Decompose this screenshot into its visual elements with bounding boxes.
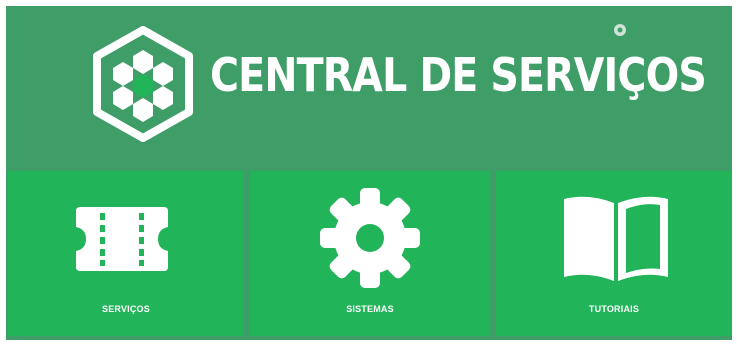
tile-label: SISTEMAS [346, 304, 394, 314]
ticket-film-icon [76, 207, 168, 271]
header: CENTRAL DE SERVIÇOS [6, 6, 732, 166]
gear-icon [320, 188, 420, 288]
hexagon-honeycomb-logo-icon [93, 26, 193, 142]
tile-sistemas[interactable]: SISTEMAS [250, 171, 490, 336]
page-title: CENTRAL DE SERVIÇOS [210, 48, 707, 102]
tile-label: SERVIÇOS [102, 304, 150, 314]
tile-tutoriais[interactable]: TUTORIAIS [496, 171, 732, 336]
tile-label: TUTORIAIS [588, 304, 640, 314]
open-book-icon [564, 196, 668, 281]
tile-servicos[interactable]: SERVIÇOS [8, 171, 244, 336]
app-panel: CENTRAL DE SERVIÇOS SERVIÇOS SISTEMAS TU… [6, 6, 732, 340]
gear-small-icon[interactable] [612, 22, 628, 38]
